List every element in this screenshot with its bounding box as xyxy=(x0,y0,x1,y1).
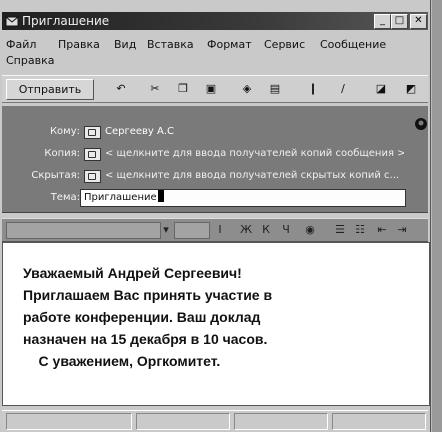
address-book-icon xyxy=(84,148,101,161)
cc-placeholder: < щелкните для ввода получателей копий с… xyxy=(105,148,404,159)
font-size-select[interactable] xyxy=(174,222,210,239)
undo-icon[interactable]: ↶ xyxy=(110,79,132,98)
bcc-placeholder: < щелкните для ввода получателей скрытых… xyxy=(105,170,400,181)
paragraph-style-icon[interactable]: Ⅰ xyxy=(212,222,228,237)
cc-label: Копия: xyxy=(44,148,80,159)
message-line: Уважаемый Андрей Сергеевич! xyxy=(23,265,242,281)
to-value: Сергееву А.С xyxy=(105,126,175,137)
text-cursor xyxy=(157,190,164,202)
send-button[interactable]: Отправить xyxy=(6,79,94,100)
contact-card-icon xyxy=(415,118,427,130)
menu-file[interactable]: Файл xyxy=(6,38,36,51)
maximize-button[interactable]: □ xyxy=(391,14,408,29)
address-book-icon xyxy=(84,170,101,183)
subject-field[interactable]: Приглашение xyxy=(80,189,406,207)
message-headers: Кому: Сергееву А.С Копия: < щелкните для… xyxy=(2,106,428,213)
menu-message[interactable]: Сообщение xyxy=(320,38,386,51)
select-recipients-icon[interactable]: ▤ xyxy=(264,79,286,98)
underline-icon[interactable]: Ч xyxy=(278,222,294,237)
title-bar: Приглашение _ □ ✕ xyxy=(2,12,428,30)
message-line: С уважением, Оргкомитет. xyxy=(23,353,221,369)
menu-help[interactable]: Справка xyxy=(6,54,54,67)
status-cell xyxy=(234,413,328,430)
menu-edit[interactable]: Правка xyxy=(58,38,100,51)
subject-value: Приглашение xyxy=(84,192,157,203)
send-button-label: Отправить xyxy=(18,83,82,96)
increase-indent-icon[interactable]: ⇥ xyxy=(394,222,410,237)
close-button[interactable]: ✕ xyxy=(410,14,427,29)
status-cell xyxy=(6,413,132,430)
status-bar xyxy=(2,410,428,431)
bcc-field[interactable]: < щелкните для ввода получателей скрытых… xyxy=(80,167,404,185)
attach-icon[interactable]: ❙ xyxy=(302,79,324,98)
offline-icon[interactable]: ◩ xyxy=(400,79,422,98)
message-body[interactable]: Уважаемый Андрей Сергеевич! Приглашаем В… xyxy=(2,242,430,406)
check-names-icon[interactable]: ◈ xyxy=(236,79,258,98)
paste-icon[interactable]: ▣ xyxy=(200,79,222,98)
decrease-indent-icon[interactable]: ⇤ xyxy=(374,222,390,237)
cut-icon[interactable]: ✂ xyxy=(144,79,166,98)
status-cell xyxy=(332,413,426,430)
bullet-list-icon[interactable]: ☷ xyxy=(352,222,368,237)
message-line: назначен на 15 декабря в 10 часов. xyxy=(23,331,268,347)
to-field[interactable]: Сергееву А.С xyxy=(80,123,404,141)
bold-icon[interactable]: Ж xyxy=(238,222,254,237)
cc-field[interactable]: < щелкните для ввода получателей копий с… xyxy=(80,145,404,163)
encrypt-icon[interactable]: ◪ xyxy=(370,79,392,98)
menu-view[interactable]: Вид xyxy=(114,38,136,51)
font-color-icon[interactable]: ◉ xyxy=(302,222,318,237)
menu-insert[interactable]: Вставка xyxy=(147,38,194,51)
copy-icon[interactable]: ❐ xyxy=(172,79,194,98)
toolbar: Отправить ↶ ✂ ❐ ▣ ◈ ▤ ❙ ∕ ◪ ◩ xyxy=(2,75,428,103)
menu-format[interactable]: Формат xyxy=(207,38,252,51)
menu-tools[interactable]: Сервис xyxy=(264,38,305,51)
numbered-list-icon[interactable]: ☰ xyxy=(332,222,348,237)
font-dropdown-icon[interactable]: ▾ xyxy=(158,222,174,237)
message-line: работе конференции. Ваш доклад xyxy=(23,309,261,325)
envelope-icon xyxy=(5,16,19,27)
message-window: Приглашение _ □ ✕ Файл Правка Вид Вставк… xyxy=(0,0,431,432)
window-title: Приглашение xyxy=(22,14,110,28)
window-edge xyxy=(432,0,442,432)
sign-icon[interactable]: ∕ xyxy=(332,79,354,98)
font-select[interactable] xyxy=(6,222,161,239)
to-label: Кому: xyxy=(49,126,80,137)
address-book-icon xyxy=(84,126,101,139)
status-cell xyxy=(136,413,230,430)
italic-icon[interactable]: К xyxy=(258,222,274,237)
subject-label: Тема: xyxy=(50,192,80,203)
message-line: Приглашаем Вас принять участие в xyxy=(23,287,273,303)
menu-bar: Файл Правка Вид Вставка Формат Сервис Со… xyxy=(2,32,428,68)
bcc-label: Скрытая: xyxy=(31,170,80,181)
minimize-button[interactable]: _ xyxy=(374,14,391,29)
formatting-toolbar: ▾ Ⅰ Ж К Ч ◉ ☰ ☷ ⇤ ⇥ xyxy=(2,218,428,242)
